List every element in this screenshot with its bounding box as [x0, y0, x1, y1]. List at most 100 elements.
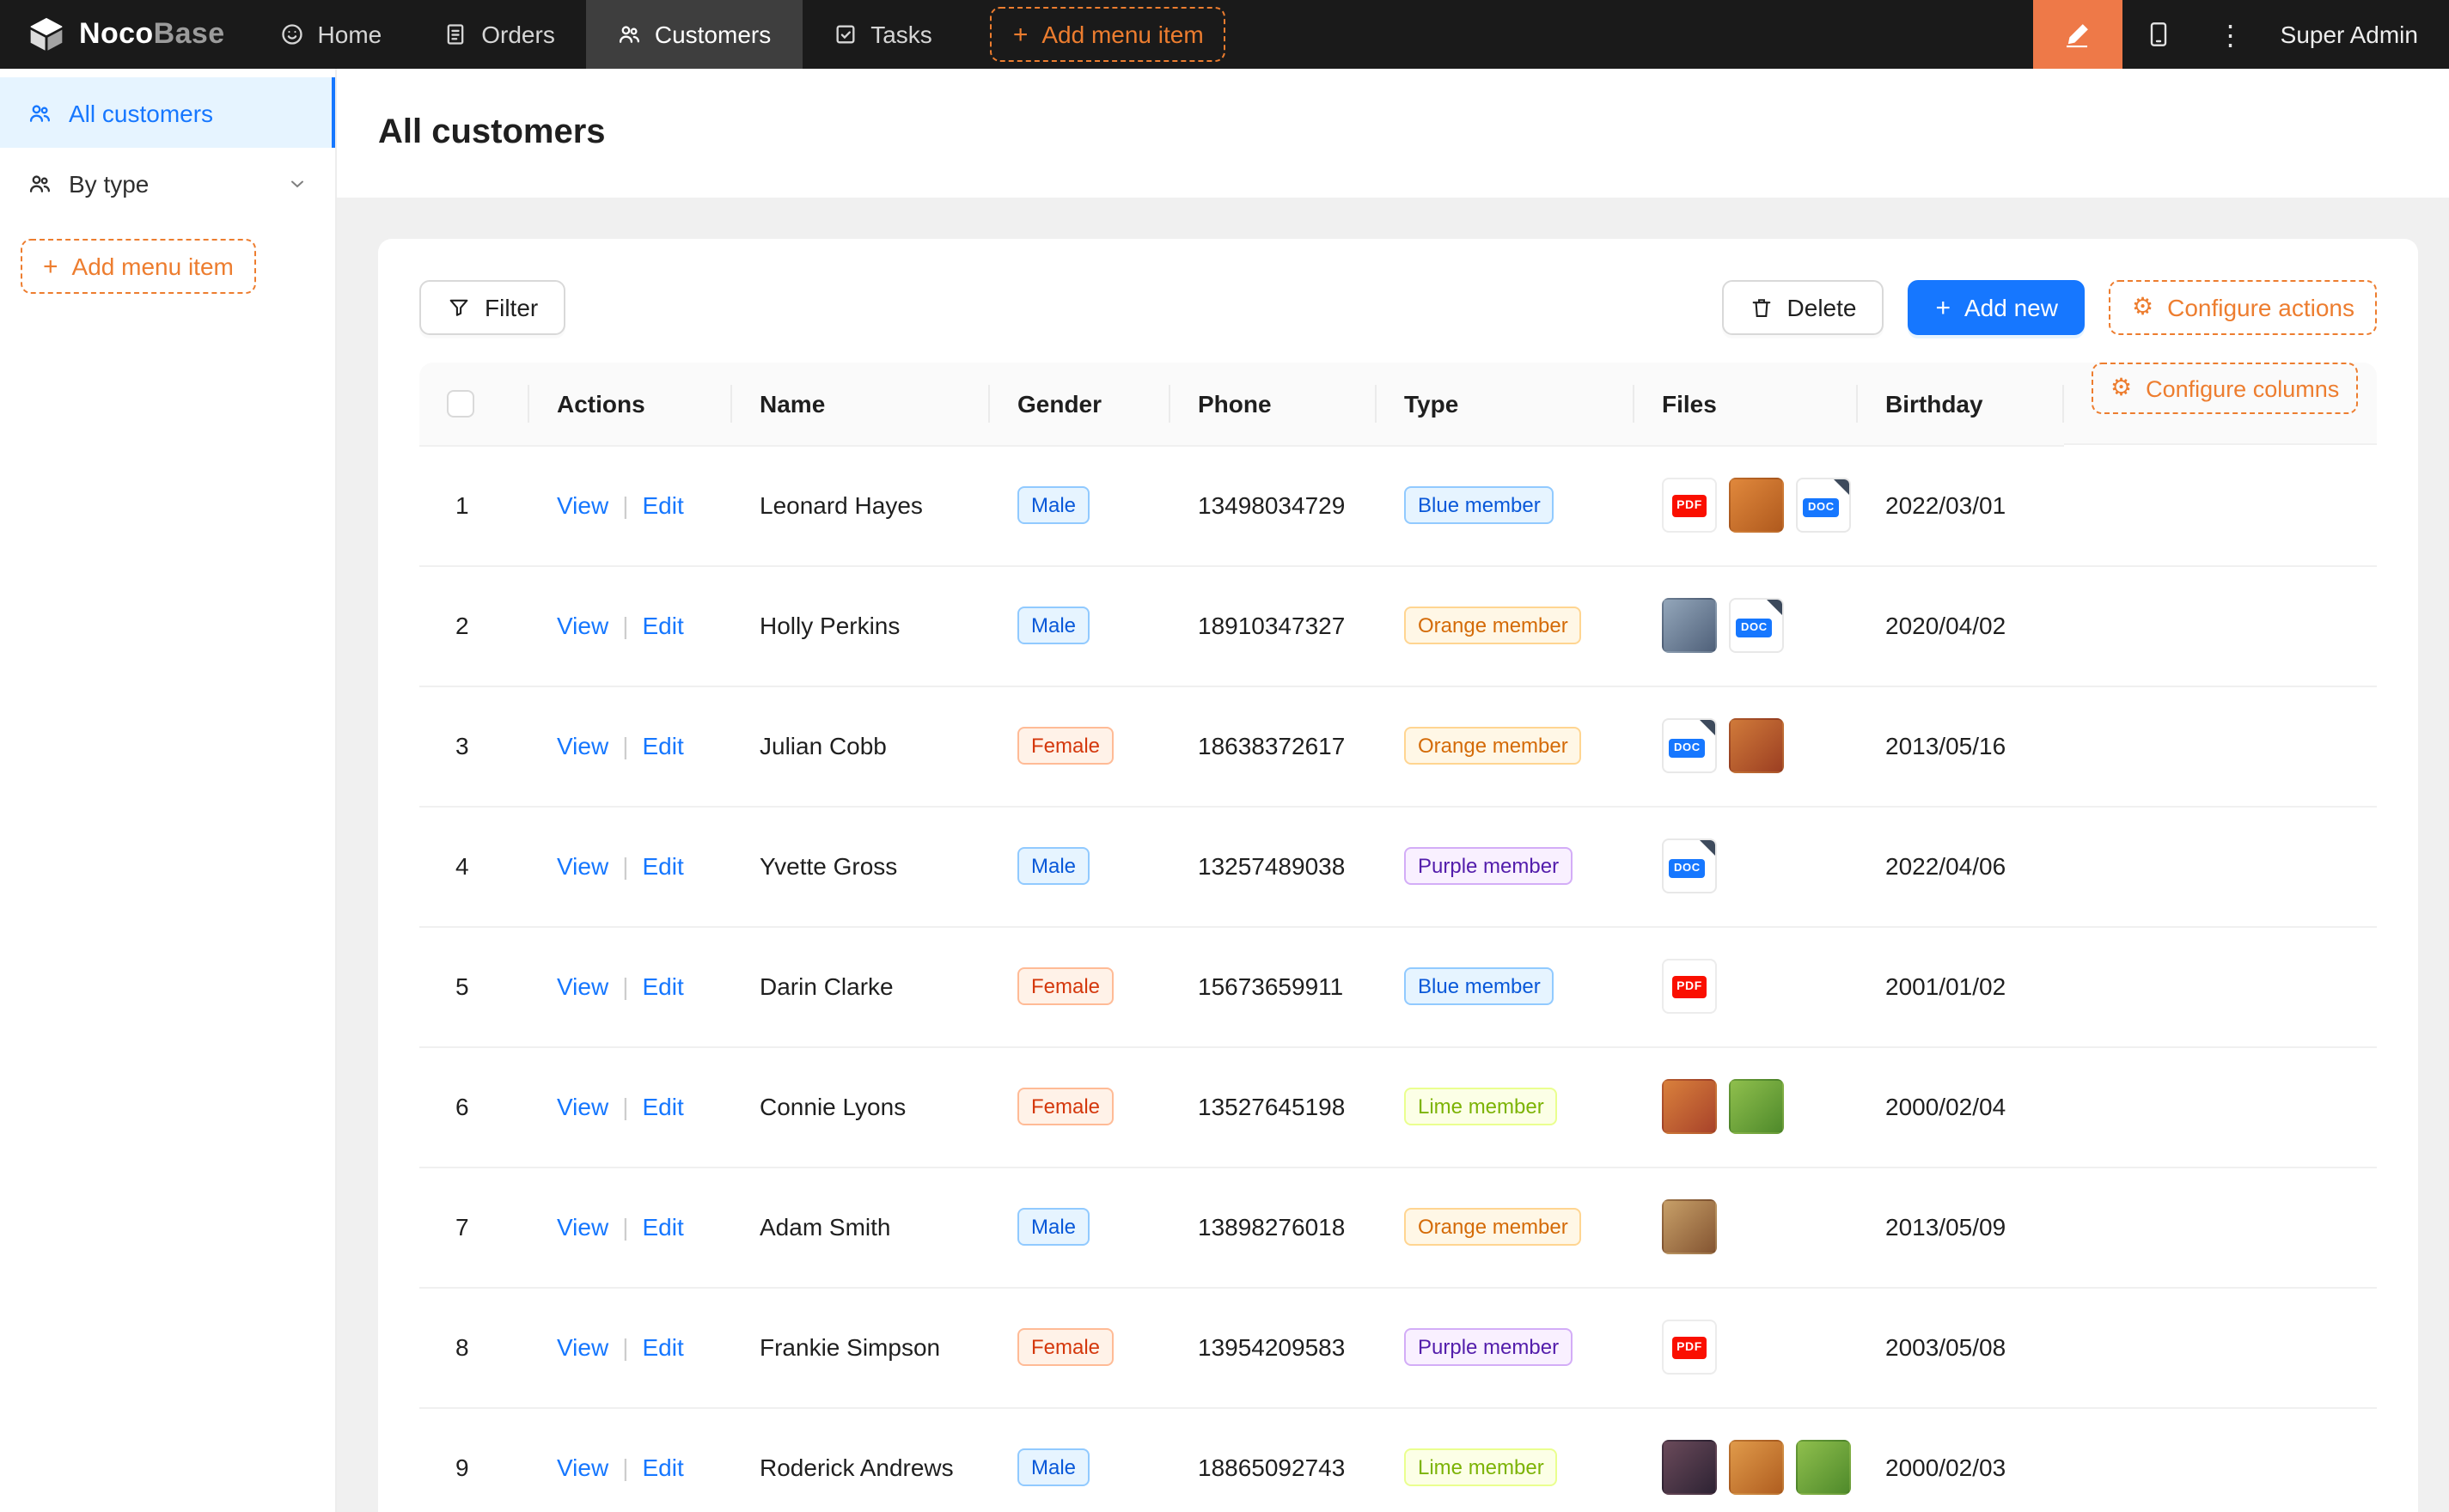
gender-tag: Male — [1017, 1448, 1090, 1486]
file-thumbnail-image-oranges[interactable] — [1729, 1440, 1784, 1495]
type-tag: Blue member — [1404, 967, 1554, 1005]
delete-button[interactable]: Delete — [1722, 280, 1884, 335]
gender-tag: Female — [1017, 1328, 1114, 1366]
add-menu-item-label: Add menu item — [1041, 21, 1203, 48]
filter-icon — [447, 296, 471, 320]
file-thumbnail-image-crowd[interactable] — [1662, 598, 1717, 653]
configure-actions-button[interactable]: ⚙ Configure actions — [2110, 280, 2377, 335]
ui-editor-button[interactable] — [2033, 0, 2122, 69]
customer-name: Leonard Hayes — [732, 445, 990, 565]
mobile-preview-button[interactable] — [2122, 0, 2195, 69]
customer-birthday: 2022/04/06 — [1858, 806, 2064, 926]
filter-button[interactable]: Filter — [419, 280, 565, 335]
file-thumbnail-image-lettuce[interactable] — [1729, 1079, 1784, 1134]
table-row: 4 View|Edit Yvette Gross Male 1325748903… — [419, 806, 2377, 926]
edit-link[interactable]: Edit — [642, 1213, 683, 1241]
nav-label: Orders — [481, 21, 555, 48]
nocobase-app: NocoBase Home Orders — [0, 0, 2449, 1512]
view-link[interactable]: View — [557, 732, 608, 759]
tasks-icon — [833, 22, 857, 46]
customer-birthday: 2020/04/02 — [1858, 565, 2064, 686]
sidebar-add-menu-item-button[interactable]: + Add menu item — [21, 239, 256, 294]
plus-icon: + — [1013, 21, 1029, 47]
nav-item-home[interactable]: Home — [249, 0, 413, 69]
add-menu-item-label: Add menu item — [72, 253, 234, 280]
sidebar-item-by-type[interactable]: By type — [0, 148, 335, 218]
table-row: 8 View|Edit Frankie Simpson Female 13954… — [419, 1287, 2377, 1407]
nav-item-customers[interactable]: Customers — [586, 0, 802, 69]
file-thumbnail-doc[interactable]: DOC — [1662, 838, 1717, 893]
nocobase-logo[interactable]: NocoBase — [0, 0, 249, 69]
file-thumbnail-image-snack[interactable] — [1662, 1199, 1717, 1254]
gear-icon: ⚙ — [2110, 376, 2132, 400]
table-header-row: Actions Name Gender Phone Type Files Bir… — [419, 363, 2377, 445]
more-menu-button[interactable]: ⋮ — [2195, 0, 2267, 69]
files-cell: DOC — [1662, 838, 1830, 893]
type-tag: Lime member — [1404, 1448, 1558, 1486]
edit-link[interactable]: Edit — [642, 1093, 683, 1120]
view-link[interactable]: View — [557, 612, 608, 639]
nav-item-orders[interactable]: Orders — [412, 0, 586, 69]
files-cell — [1662, 1440, 1830, 1495]
customer-name: Connie Lyons — [732, 1046, 990, 1167]
row-index: 4 — [447, 852, 469, 880]
file-thumbnail-pdf[interactable]: PDF — [1662, 1320, 1717, 1375]
edit-link[interactable]: Edit — [642, 491, 683, 519]
view-link[interactable]: View — [557, 852, 608, 880]
edit-link[interactable]: Edit — [642, 732, 683, 759]
add-new-button[interactable]: + Add new — [1908, 280, 2086, 335]
nav-label: Tasks — [870, 21, 932, 48]
edit-link[interactable]: Edit — [642, 1333, 683, 1361]
view-link[interactable]: View — [557, 1454, 608, 1481]
row-index: 8 — [447, 1333, 469, 1361]
row-index: 1 — [447, 491, 469, 519]
user-menu[interactable]: Super Admin — [2267, 0, 2449, 69]
select-all-checkbox[interactable] — [447, 391, 474, 418]
view-link[interactable]: View — [557, 1213, 608, 1241]
file-thumbnail-doc[interactable]: DOC — [1662, 718, 1717, 773]
edit-link[interactable]: Edit — [642, 852, 683, 880]
customer-birthday: 2003/05/08 — [1858, 1287, 2064, 1407]
file-thumbnail-image-peppers[interactable] — [1662, 1079, 1717, 1134]
action-separator: | — [622, 491, 628, 519]
action-separator: | — [622, 612, 628, 639]
file-thumbnail-pdf[interactable]: PDF — [1662, 959, 1717, 1014]
view-link[interactable]: View — [557, 1093, 608, 1120]
file-thumbnail-image-plums[interactable] — [1662, 1440, 1717, 1495]
gender-tag: Female — [1017, 727, 1114, 765]
chevron-down-icon — [287, 173, 308, 193]
file-thumbnail-image-pizza[interactable] — [1729, 718, 1784, 773]
topbar-add-menu-item-button[interactable]: + Add menu item — [991, 7, 1226, 62]
file-thumbnail-doc[interactable]: DOC — [1796, 478, 1851, 533]
customer-name: Yvette Gross — [732, 806, 990, 926]
content-area: Filter Delete + Add new — [337, 198, 2449, 1512]
view-link[interactable]: View — [557, 491, 608, 519]
edit-link[interactable]: Edit — [642, 612, 683, 639]
nav-label: Customers — [655, 21, 771, 48]
type-tag: Purple member — [1404, 1328, 1573, 1366]
view-link[interactable]: View — [557, 972, 608, 1000]
edit-link[interactable]: Edit — [642, 1454, 683, 1481]
customer-phone: 13898276018 — [1170, 1167, 1377, 1287]
nav-item-tasks[interactable]: Tasks — [802, 0, 963, 69]
file-thumbnail-image-lettuce[interactable] — [1796, 1440, 1851, 1495]
sidebar-item-all-customers[interactable]: All customers — [0, 77, 335, 148]
column-header-type: Type — [1377, 363, 1634, 445]
edit-link[interactable]: Edit — [642, 972, 683, 1000]
file-thumbnail-image-carrots[interactable] — [1729, 478, 1784, 533]
row-index: 3 — [447, 732, 469, 759]
sidebar: All customers By type + Add menu item — [0, 69, 337, 1512]
home-icon — [280, 22, 304, 46]
column-header-files: Files — [1634, 363, 1858, 445]
customer-phone: 18638372617 — [1170, 686, 1377, 806]
file-thumbnail-doc[interactable]: DOC — [1729, 598, 1784, 653]
customer-phone: 13954209583 — [1170, 1287, 1377, 1407]
configure-columns-button[interactable]: ⚙ Configure columns — [2092, 363, 2358, 414]
files-cell: DOC — [1662, 598, 1830, 653]
file-thumbnail-pdf[interactable]: PDF — [1662, 478, 1717, 533]
page-title: All customers — [378, 113, 606, 153]
customer-phone: 13527645198 — [1170, 1046, 1377, 1167]
action-separator: | — [622, 972, 628, 1000]
view-link[interactable]: View — [557, 1333, 608, 1361]
table-row: 1 View|Edit Leonard Hayes Male 134980347… — [419, 445, 2377, 565]
